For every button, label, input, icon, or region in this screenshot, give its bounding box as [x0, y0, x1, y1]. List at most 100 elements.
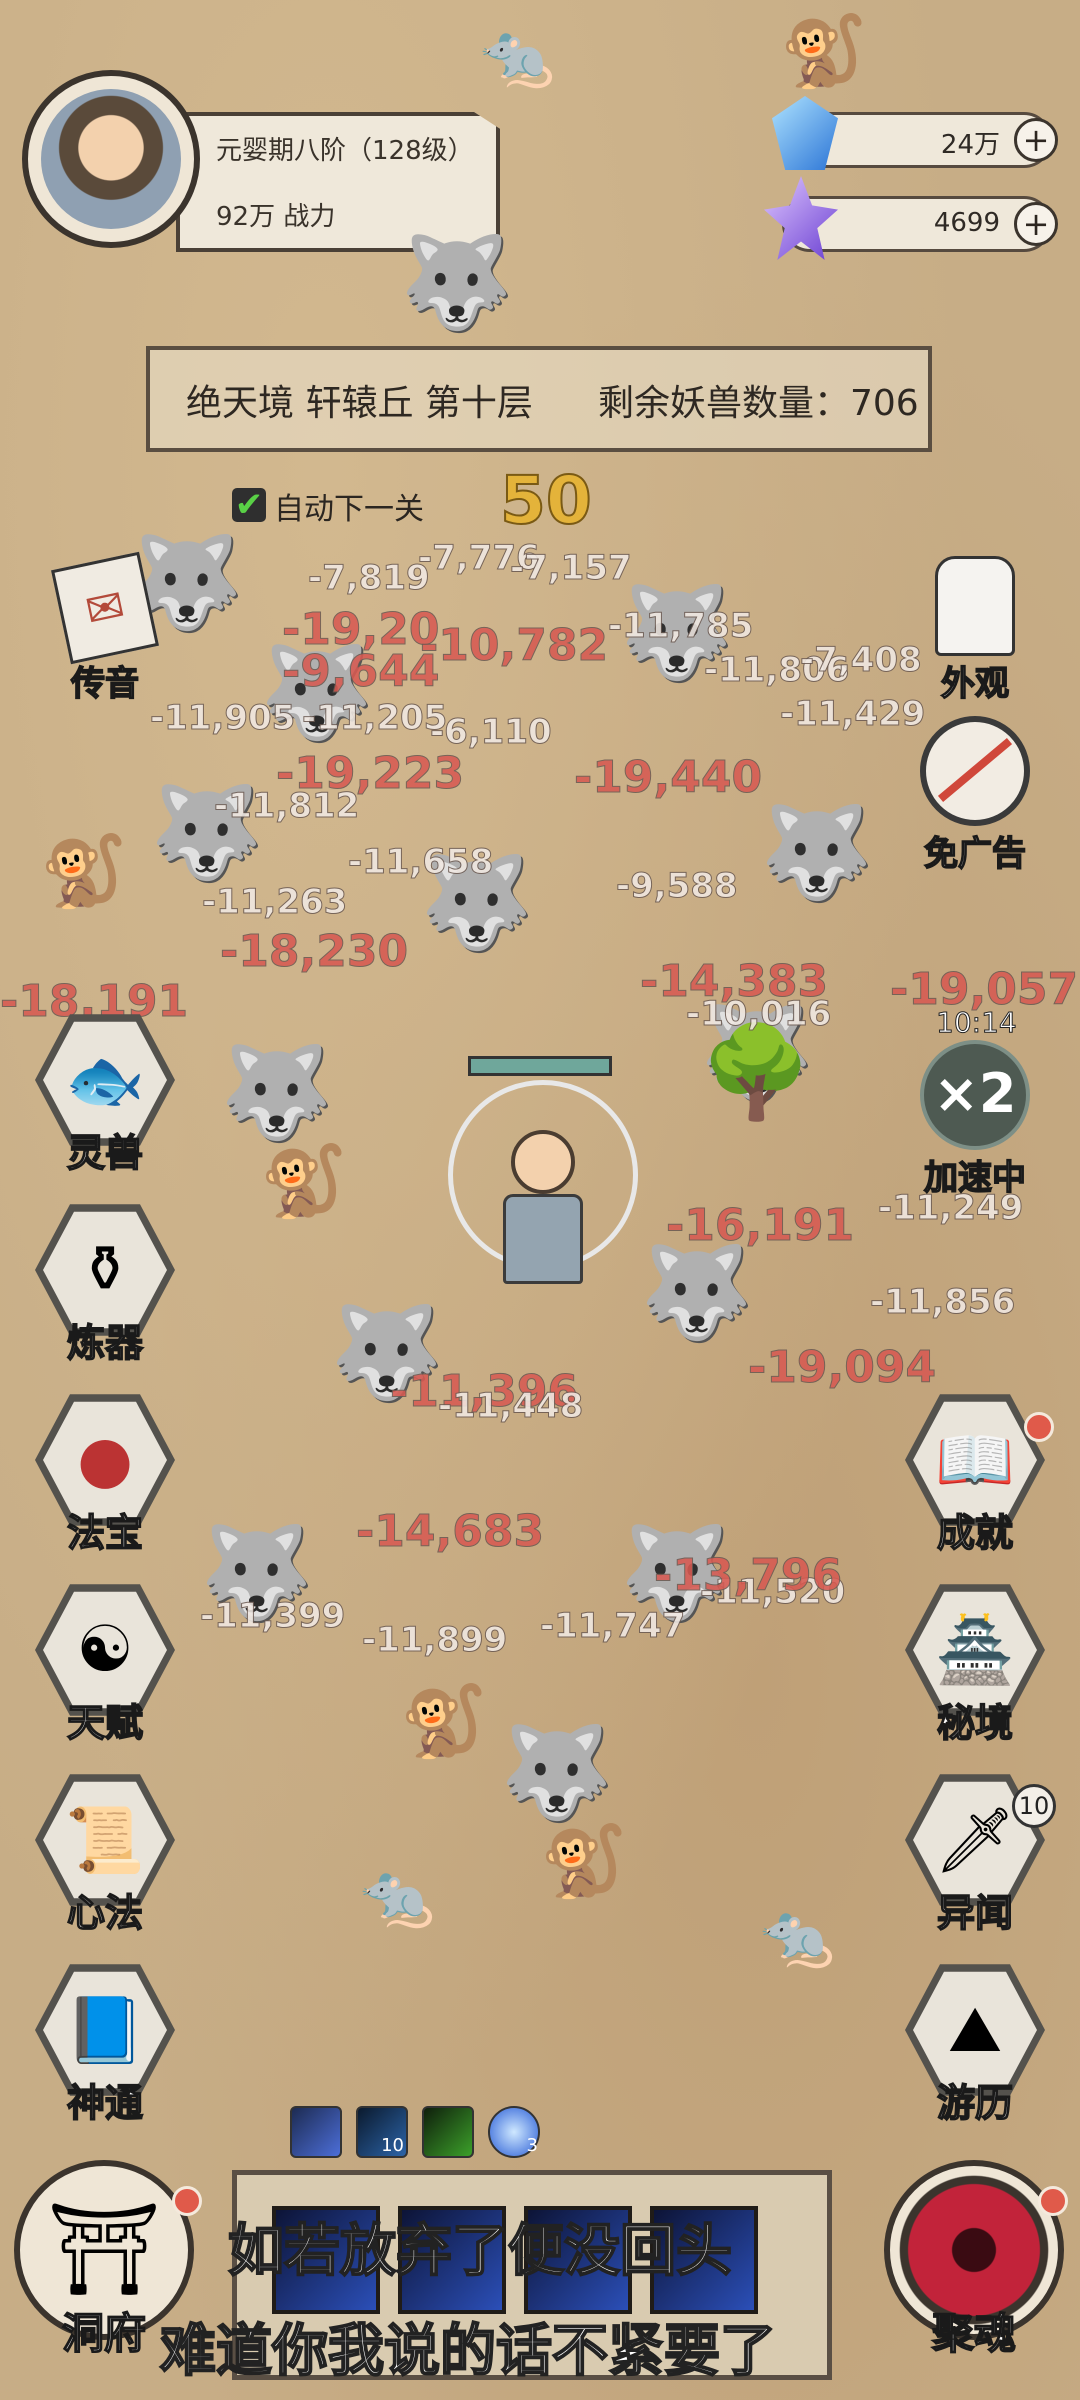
add-blue-crystal-button[interactable]: +	[1014, 118, 1058, 162]
menu-lianqi[interactable]: ⚱ 炼器	[30, 1200, 180, 1366]
add-purple-crystal-button[interactable]: +	[1014, 202, 1058, 246]
damage-number: -14,683	[355, 1506, 545, 1558]
damage-number: -10,016	[685, 994, 832, 1035]
wolf-sprite: 🐺	[500, 1720, 613, 1825]
monkey-sprite: 🐒	[400, 1680, 488, 1762]
damage-number: -11,658	[347, 842, 494, 883]
damage-number: -11,399	[199, 1596, 346, 1637]
menu-no-ads-label: 免广告	[923, 833, 1027, 875]
skill-count: 10	[381, 2135, 404, 2156]
menu-juhun-label: 聚魂	[931, 2308, 1017, 2359]
menu-xinfa-label: 心法	[66, 1890, 144, 1936]
damage-number: -11,856	[869, 1282, 1016, 1323]
no-ads-icon	[920, 716, 1030, 826]
yiwen-badge: 10	[1012, 1784, 1056, 1828]
player-character	[488, 1110, 598, 1300]
damage-number: -11,905	[149, 698, 296, 739]
monkey-sprite: 🐒	[40, 830, 128, 912]
menu-lingshou[interactable]: 🐟 灵兽	[30, 1010, 180, 1176]
menu-mijing[interactable]: 🏯 秘境	[900, 1580, 1050, 1746]
menu-juhun[interactable]: 聚魂	[884, 2160, 1068, 2380]
subtitle-line-2: 难道你我说的话不紧要了	[159, 2318, 777, 2385]
blue-orb-icon[interactable]: 3	[488, 2106, 540, 2158]
menu-tianfu-label: 天赋	[66, 1700, 144, 1746]
menu-speedup[interactable]: ×2 加速中	[910, 1040, 1040, 1199]
avatar-portrait	[41, 89, 181, 229]
menu-youli-label: 游历	[936, 2080, 1014, 2126]
menu-chengjiu-label: 成就	[936, 1510, 1014, 1556]
auto-next-checkbox[interactable]: ✔	[232, 488, 266, 522]
monkey-sprite: 🐒	[780, 10, 868, 92]
damage-number: -9,644	[281, 646, 440, 698]
damage-number: -16,191	[665, 1200, 855, 1252]
wolf-sprite: 🐺	[220, 1040, 333, 1145]
damage-number: -11,785	[607, 606, 754, 647]
damage-number: -18,230	[219, 926, 409, 978]
menu-xinfa[interactable]: 📜 心法	[30, 1770, 180, 1936]
menu-chuanyin-label: 传音	[70, 663, 140, 705]
menu-shentong-label: 神通	[66, 2080, 144, 2126]
damage-number: -11,899	[361, 1620, 508, 1661]
damage-number: -7,819	[308, 558, 431, 599]
menu-tianfu[interactable]: ☯ 天赋	[30, 1580, 180, 1746]
wolf-sprite: 🐺	[400, 230, 513, 335]
remaining-monsters: 剩余妖兽数量：706	[598, 383, 919, 424]
subtitle-line-1: 如若放弃了便没回头	[227, 2218, 733, 2285]
green-shadow-icon[interactable]	[422, 2106, 474, 2158]
damage-number: -7,157	[510, 548, 633, 589]
menu-shentong[interactable]: 📘 神通	[30, 1960, 180, 2126]
rat-sprite: 🐀	[760, 1901, 835, 1971]
player-realm: 元婴期八阶（128级）	[216, 136, 474, 166]
damage-number: -11,429	[779, 694, 926, 735]
wolf-sprite: 🐺	[760, 800, 873, 905]
menu-lianqi-label: 炼器	[66, 1320, 144, 1366]
menu-no-ads[interactable]: 免广告	[910, 716, 1040, 875]
menu-fabao[interactable]: ● 法宝	[30, 1390, 180, 1556]
damage-number: -11,205	[301, 698, 448, 739]
robe-icon	[935, 556, 1015, 656]
letter-icon: ✉	[51, 551, 159, 665]
damage-number: -6,110	[430, 712, 553, 753]
blue-crystal-value: 24万	[940, 130, 1000, 160]
stage-location: 绝天境 轩辕丘 第十层	[186, 383, 533, 424]
skill-count: 3	[526, 2135, 538, 2156]
menu-waiguan-label: 外观	[940, 663, 1010, 705]
notification-dot	[1024, 1412, 1054, 1442]
menu-chuanyin[interactable]: ✉ 传音	[40, 551, 170, 705]
menu-speedup-label: 加速中	[923, 1157, 1027, 1199]
damage-number: -10,782	[419, 620, 609, 672]
menu-fabao-label: 法宝	[66, 1510, 144, 1556]
menu-waiguan[interactable]: 外观	[910, 556, 1040, 705]
skill-bar: 10 3	[290, 2106, 540, 2158]
damage-number: -19,440	[573, 752, 763, 804]
damage-number: -13,796	[653, 1550, 843, 1602]
monkey-sprite: 🐒	[260, 1140, 348, 1222]
tree-spirit-sprite: 🌳	[700, 1020, 813, 1125]
rat-sprite: 🐀	[480, 21, 555, 91]
damage-number: -7,408	[800, 640, 923, 681]
menu-yiwen-label: 异闻	[936, 1890, 1014, 1936]
menu-mijing-label: 秘境	[936, 1700, 1014, 1746]
lightning-icon[interactable]: 10	[356, 2106, 408, 2158]
speed-timer: 10:14	[936, 1006, 1018, 1040]
notification-dot	[172, 2186, 202, 2216]
menu-youli[interactable]: ⛰ 游历	[900, 1960, 1050, 2126]
player-health-bar	[468, 1056, 612, 1076]
monkey-sprite: 🐒	[540, 1820, 628, 1902]
notification-dot	[1038, 2186, 1068, 2216]
damage-number: -11,263	[201, 882, 348, 923]
wolf-sprite: 🐺	[640, 1240, 753, 1345]
damage-number: -9,588	[616, 866, 739, 907]
speed-x2-icon: ×2	[920, 1040, 1030, 1150]
rat-sprite: 🐀	[360, 1861, 435, 1931]
menu-yiwen[interactable]: 🗡 异闻 10	[900, 1770, 1056, 1936]
player-avatar[interactable]	[22, 70, 200, 248]
menu-chengjiu[interactable]: 📖 成就	[900, 1390, 1054, 1556]
blue-slash-icon[interactable]	[290, 2106, 342, 2158]
menu-lingshou-label: 灵兽	[66, 1130, 144, 1176]
damage-number: -19,094	[747, 1342, 937, 1394]
damage-number: -11,747	[539, 1606, 686, 1647]
player-power: 92万 战力	[216, 202, 336, 232]
damage-number: -11,448	[437, 1386, 584, 1427]
damage-number: -11,812	[213, 786, 360, 827]
